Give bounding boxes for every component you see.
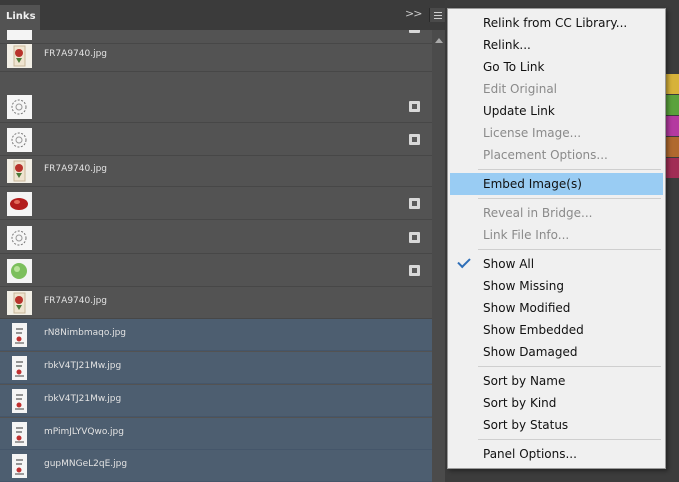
menu-separator — [478, 439, 661, 440]
link-filename: FR7A9740.jpg — [44, 49, 108, 59]
collapse-icon[interactable]: >> — [405, 7, 422, 20]
panel-flyout-menu: Relink from CC Library... Relink... Go To … — [447, 8, 666, 469]
color-swatch[interactable] — [664, 158, 679, 178]
table-row[interactable]: FR7A9740.jpg — [0, 155, 432, 187]
embedded-icon — [409, 134, 420, 145]
links-panel: Links >> FR7A9740.jpg FR7A9740.jpg FR7A974… — [0, 0, 445, 482]
table-row[interactable]: rbkV4TJ21Mw.jpg — [0, 352, 432, 384]
scrollbar[interactable] — [432, 30, 445, 482]
thumbnail-image — [7, 259, 32, 283]
menu-item-show-damaged[interactable]: Show Damaged — [450, 341, 663, 363]
table-row[interactable]: rN8Nimbmaqo.jpg — [0, 319, 432, 351]
menu-item-link-file-info[interactable]: Link File Info... — [450, 224, 663, 246]
thumbnail-image — [7, 159, 32, 183]
color-swatch[interactable] — [664, 137, 679, 157]
menu-item-edit-original[interactable]: Edit Original — [450, 78, 663, 100]
embedded-icon — [409, 232, 420, 243]
menu-item-sort-by-status[interactable]: Sort by Status — [450, 414, 663, 436]
menu-item-license-image[interactable]: License Image... — [450, 122, 663, 144]
menu-item-show-all[interactable]: Show All — [450, 253, 663, 275]
embedded-icon — [409, 198, 420, 209]
color-swatch[interactable] — [664, 95, 679, 115]
table-row[interactable] — [0, 124, 432, 156]
table-row[interactable] — [0, 255, 432, 287]
color-swatch[interactable] — [664, 116, 679, 136]
panel-menu-icon[interactable] — [429, 8, 445, 22]
table-row[interactable] — [0, 222, 432, 254]
menu-item-panel-options[interactable]: Panel Options... — [450, 443, 663, 465]
menu-separator — [478, 169, 661, 170]
embedded-icon — [409, 265, 420, 276]
link-filename: mPimJLYVQwo.jpg — [44, 427, 124, 437]
checkmark-icon — [457, 254, 471, 269]
menu-item-reveal-in-bridge[interactable]: Reveal in Bridge... — [450, 202, 663, 224]
menu-item-update-link[interactable]: Update Link — [450, 100, 663, 122]
link-filename: rN8Nimbmaqo.jpg — [44, 328, 127, 338]
panel-tab-bar: Links >> — [0, 0, 445, 30]
link-filename: gupMNGeL2qE.jpg — [44, 459, 128, 469]
menu-item-placement-options[interactable]: Placement Options... — [450, 144, 663, 166]
thumbnail-image — [7, 95, 32, 119]
link-filename: FR7A9740.jpg — [44, 164, 108, 174]
links-list: FR7A9740.jpg FR7A9740.jpg FR7A9740.jpg rN8N… — [0, 30, 432, 482]
table-row[interactable]: rbkV4TJ21Mw.jpg — [0, 385, 432, 417]
tab-links[interactable]: Links — [0, 5, 40, 30]
thumbnail-image — [12, 323, 27, 347]
menu-item-go-to-link[interactable]: Go To Link — [450, 56, 663, 78]
thumbnail-image — [7, 44, 32, 68]
thumbnail-image — [7, 192, 32, 216]
table-row[interactable]: mPimJLYVQwo.jpg — [0, 418, 432, 450]
color-swatch[interactable] — [664, 74, 679, 94]
table-row[interactable] — [0, 91, 432, 123]
thumbnail-image — [7, 226, 32, 250]
scroll-up-icon[interactable] — [435, 38, 443, 43]
menu-item-show-modified[interactable]: Show Modified — [450, 297, 663, 319]
link-filename: FR7A9740.jpg — [44, 296, 108, 306]
thumbnail-image — [12, 454, 27, 478]
menu-item-sort-by-kind[interactable]: Sort by Kind — [450, 392, 663, 414]
link-filename: rbkV4TJ21Mw.jpg — [44, 361, 122, 371]
table-row[interactable]: FR7A9740.jpg — [0, 287, 432, 319]
menu-item-embed-image-s[interactable]: Embed Image(s) — [450, 173, 663, 195]
menu-item-relink-from-cc-library[interactable]: Relink from CC Library... — [450, 12, 663, 34]
menu-separator — [478, 198, 661, 199]
menu-item-show-embedded[interactable]: Show Embedded — [450, 319, 663, 341]
embedded-icon — [409, 101, 420, 112]
thumbnail-image — [7, 128, 32, 152]
thumbnail-image — [12, 356, 27, 380]
menu-separator — [478, 249, 661, 250]
table-row[interactable]: gupMNGeL2qE.jpg — [0, 450, 432, 482]
table-row[interactable]: FR7A9740.jpg — [0, 40, 432, 72]
thumbnail-image — [7, 30, 32, 40]
embedded-icon — [409, 30, 420, 33]
thumbnail-image — [7, 291, 32, 315]
menu-separator — [478, 366, 661, 367]
thumbnail-image — [12, 389, 27, 413]
link-filename: rbkV4TJ21Mw.jpg — [44, 394, 122, 404]
menu-item-show-missing[interactable]: Show Missing — [450, 275, 663, 297]
menu-item-relink[interactable]: Relink... — [450, 34, 663, 56]
menu-item-sort-by-name[interactable]: Sort by Name — [450, 370, 663, 392]
table-row[interactable] — [0, 188, 432, 220]
thumbnail-image — [12, 422, 27, 446]
